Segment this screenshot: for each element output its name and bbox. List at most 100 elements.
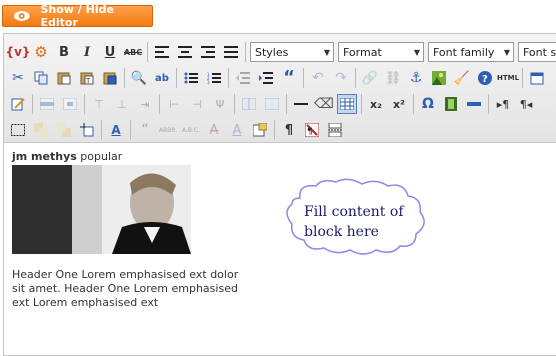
toolbar-separator xyxy=(176,68,177,88)
editor-top-bar: Show / Hide Editor xyxy=(0,0,556,33)
move-backward-icon[interactable] xyxy=(54,120,74,140)
unlink-icon[interactable]: ⛓ xyxy=(383,68,403,88)
image-icon[interactable] xyxy=(429,68,449,88)
toolbar-separator xyxy=(522,68,523,88)
special-char-button[interactable]: Ω xyxy=(418,94,438,114)
toolbar-separator xyxy=(355,68,356,88)
insert-date-icon[interactable] xyxy=(527,68,547,88)
toolbar-separator xyxy=(32,94,33,114)
template-variable-icon[interactable]: {v} xyxy=(6,42,31,62)
col-after-icon[interactable]: ⊣ xyxy=(187,94,207,114)
subscript-button[interactable]: x₂ xyxy=(366,94,386,114)
table-cell-props-icon[interactable] xyxy=(60,94,80,114)
cite-icon[interactable]: “ xyxy=(135,120,155,140)
toolbar-separator xyxy=(361,94,362,114)
help-icon[interactable]: ? xyxy=(475,68,495,88)
merge-cells-icon[interactable] xyxy=(262,94,282,114)
chevron-down-icon: ▼ xyxy=(323,47,330,57)
media-icon[interactable] xyxy=(441,94,461,114)
paste-icon[interactable] xyxy=(54,68,74,88)
superscript-button[interactable]: x² xyxy=(389,94,409,114)
paste-word-icon[interactable] xyxy=(100,68,120,88)
show-hide-editor-button[interactable]: Show / Hide Editor xyxy=(2,3,153,29)
outdent-icon[interactable] xyxy=(233,68,253,88)
align-center-icon[interactable] xyxy=(175,42,195,62)
cut-icon[interactable]: ✂ xyxy=(8,68,28,88)
edit-css-icon[interactable] xyxy=(8,94,28,114)
editor-toolbars: {v} ⚙ B I U ABC Styles ▼ Format ▼ Font fam… xyxy=(4,34,556,143)
attributes-icon[interactable] xyxy=(250,120,270,140)
align-right-icon[interactable] xyxy=(198,42,218,62)
acronym-button[interactable]: A.B.C. xyxy=(181,120,201,140)
chevron-down-icon: ▼ xyxy=(413,47,420,57)
toolbar-separator xyxy=(84,94,85,114)
svg-text:?: ? xyxy=(482,74,488,85)
delete-col-icon[interactable]: Ψ xyxy=(210,94,230,114)
del-button[interactable]: A xyxy=(204,120,224,140)
paste-text-icon[interactable]: T xyxy=(77,68,97,88)
format-select[interactable]: Format ▼ xyxy=(338,42,424,62)
undo-icon[interactable]: ↶ xyxy=(308,68,328,88)
module-photo[interactable] xyxy=(12,165,191,254)
styles-select[interactable]: Styles ▼ xyxy=(250,42,334,62)
font-size-select[interactable]: Font size xyxy=(518,42,556,62)
svg-text:T: T xyxy=(85,77,91,85)
col-before-icon[interactable]: ⊢ xyxy=(164,94,184,114)
font-family-select-value: Font family xyxy=(433,45,495,59)
chevron-down-icon: ▼ xyxy=(503,47,510,57)
horizontal-rule-icon[interactable] xyxy=(291,94,311,114)
indent-icon[interactable] xyxy=(256,68,276,88)
numbered-list-icon[interactable]: 123 xyxy=(204,68,224,88)
move-forward-icon[interactable] xyxy=(31,120,51,140)
toolbar-row-4: A “ ABBR. A.B.C. A A ¶ ¶ xyxy=(8,119,348,141)
table-row-props-icon[interactable] xyxy=(37,94,57,114)
font-family-select[interactable]: Font family ▼ xyxy=(428,42,514,62)
toolbar-separator xyxy=(234,94,235,114)
anchor-icon[interactable]: ⚓ xyxy=(406,68,426,88)
ins-button[interactable]: A xyxy=(227,120,247,140)
redo-icon[interactable]: ↷ xyxy=(331,68,351,88)
toolbar-separator xyxy=(413,94,414,114)
toolbar-separator xyxy=(488,94,489,114)
plugin-gear-icon[interactable]: ⚙ xyxy=(31,42,51,62)
delete-row-icon[interactable]: ⇥ xyxy=(135,94,155,114)
editor-content-area[interactable]: jm methys popular Header One Lorem empha… xyxy=(4,144,556,356)
nonbreaking-icon[interactable]: ¶ xyxy=(302,120,322,140)
absolute-position-icon[interactable] xyxy=(77,120,97,140)
align-justify-icon[interactable] xyxy=(221,42,241,62)
toolbar-separator xyxy=(274,120,275,140)
html-source-button[interactable]: HTML xyxy=(497,68,519,88)
copy-icon[interactable] xyxy=(31,68,51,88)
ltr-icon[interactable]: ▸¶ xyxy=(493,94,513,114)
body-paragraph: Header One Lorem emphasised ext dolor si… xyxy=(12,268,239,309)
insert-hr-icon[interactable] xyxy=(464,94,484,114)
remove-format-icon[interactable]: ⌫ xyxy=(314,94,334,114)
split-cells-icon[interactable] xyxy=(239,94,259,114)
find-icon[interactable]: 🔍 xyxy=(129,68,149,88)
abbr-button[interactable]: ABBR. xyxy=(158,120,178,140)
blockquote-icon[interactable]: “ xyxy=(279,68,299,88)
strikethrough-button[interactable]: ABC xyxy=(123,42,143,62)
link-icon[interactable]: 🔗 xyxy=(360,68,380,88)
rtl-icon[interactable]: ¶◂ xyxy=(516,94,536,114)
toolbar-separator xyxy=(124,68,125,88)
underline-button[interactable]: U xyxy=(100,42,120,62)
toolbar-separator xyxy=(228,68,229,88)
toolbar-row-3: ⊤ ⊥ ⇥ ⊢ ⊣ Ψ ⌫ x₂ x² Ω ▸¶ ¶◂ xyxy=(8,93,539,115)
visual-chars-button[interactable]: ¶ xyxy=(279,120,299,140)
cleanup-icon[interactable]: 🧹 xyxy=(452,68,472,88)
row-after-icon[interactable]: ⊥ xyxy=(112,94,132,114)
toolbar-separator xyxy=(130,120,131,140)
table-icon[interactable] xyxy=(337,94,357,114)
replace-icon[interactable]: ab xyxy=(152,68,172,88)
insert-layer-icon[interactable] xyxy=(8,120,28,140)
row-before-icon[interactable]: ⊤ xyxy=(89,94,109,114)
pagebreak-icon[interactable] xyxy=(325,120,345,140)
style-props-icon[interactable]: A xyxy=(106,120,126,140)
font-size-select-value: Font size xyxy=(523,45,556,59)
align-left-icon[interactable] xyxy=(152,42,172,62)
italic-button[interactable]: I xyxy=(77,42,97,62)
bold-button[interactable]: B xyxy=(54,42,74,62)
styles-select-value: Styles xyxy=(255,45,289,59)
bullet-list-icon[interactable] xyxy=(181,68,201,88)
